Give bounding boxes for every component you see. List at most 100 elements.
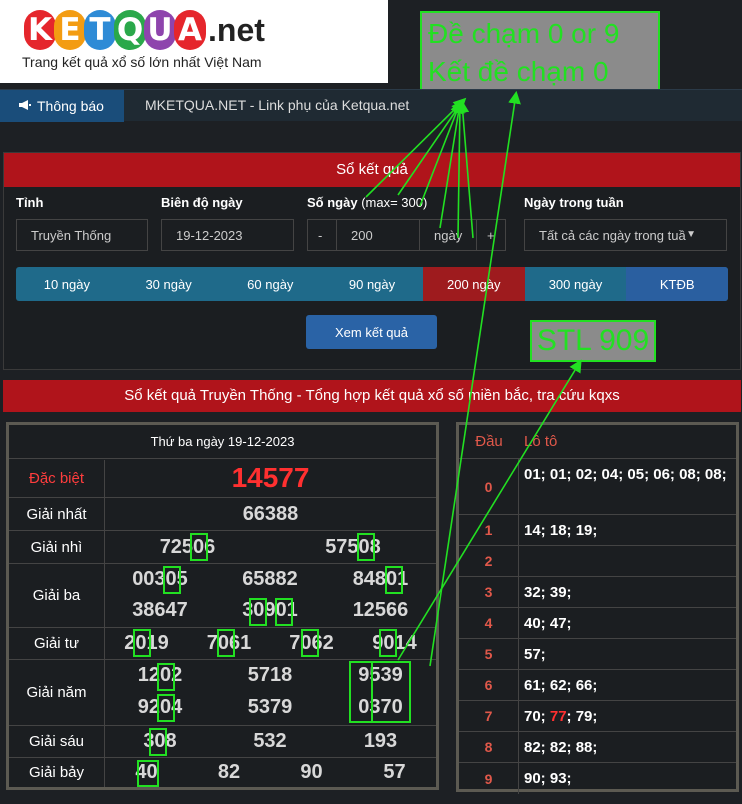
days-input[interactable]: 200 [336,219,420,251]
loto-digit: 0 [459,459,519,514]
highlight-mark [157,694,175,722]
results-date: Thứ ba ngày 19-12-2023 [9,425,436,459]
loto-values: 01; 01; 02; 04; 05; 06; 08; 08; [524,466,727,483]
date-input[interactable]: 19-12-2023 [161,219,294,251]
highlight-mark [275,598,293,626]
prize-third-value: 84801 [352,568,409,590]
list-item: 0 01; 01; 02; 04; 05; 06; 08; 08; [459,459,736,515]
loto-value-part: ; 79; [566,708,598,725]
logo-letter: U [144,10,176,50]
prize-third-value: 00305 [132,568,188,590]
loto-digit: 8 [459,732,519,762]
days-label: Số ngày (max= 300) [307,195,427,210]
prize-label-fourth: Giải tư [9,628,105,659]
range-tab-200[interactable]: 200 ngày [422,267,525,301]
logo-letter: Q [114,10,146,50]
list-item: 7 70; 77; 79; [459,701,736,732]
site-logo-area[interactable]: K E T Q U A .net Trang kết quả xổ số lớn… [0,0,388,83]
section-title: Sổ kết quả Truyền Thống - Tổng hợp kết q… [3,380,741,412]
list-item: 8 82; 82; 88; [459,732,736,763]
annotation-line-1: Đề chạm 0 or 9 [428,18,620,49]
notice-tab[interactable]: Thông báo [0,90,124,122]
site-logo[interactable]: K E T Q U A .net [24,6,265,54]
loto-table: Đầu Lô tô 0 01; 01; 02; 04; 05; 06; 08; … [456,422,739,794]
days-unit: ngày [419,219,477,251]
prize-special-value: 14577 [231,462,310,493]
prize-sixth-value: 193 [363,730,398,752]
loto-digit: 5 [459,639,519,669]
loto-head-col: Đầu [475,433,503,450]
table-row: Đặc biệt 14577 [9,460,436,498]
loto-digit: 4 [459,608,519,638]
range-tab-10[interactable]: 10 ngày [16,267,118,301]
weekday-select[interactable]: Tất cả các ngày trong tuầ ▼ [524,219,727,251]
loto-digit: 7 [459,701,519,731]
table-row: Giải bảy 40 82 90 57 [9,758,436,787]
province-select[interactable]: Truyền Thống [16,219,148,251]
notice-link[interactable]: MKETQUA.NET - Link phụ của Ketqua.net [145,97,409,113]
range-tabs: 10 ngày 30 ngày 60 ngày 90 ngày 200 ngày… [16,267,728,301]
logo-letter: K [24,10,56,50]
loto-digit: 1 [459,515,519,545]
chevron-down-icon: ▼ [686,229,696,240]
loto-digit: 2 [459,546,519,576]
prize-label-sixth: Giải sáu [9,726,105,757]
highlight-mark [157,663,175,691]
prize-label-fifth: Giải năm [9,660,105,725]
range-tab-90[interactable]: 90 ngày [321,267,423,301]
days-minus-button[interactable]: - [307,219,337,251]
highlight-mark [190,533,208,561]
notice-bar: Thông báo MKETQUA.NET - Link phụ của Ket… [0,89,742,122]
range-tab-30[interactable]: 30 ngày [118,267,220,301]
highlight-mark [149,728,167,756]
range-tab-ktdb[interactable]: KTĐB [626,267,728,301]
list-item: 6 61; 62; 66; [459,670,736,701]
annotation-line-2: Kết đề chạm 0 [428,56,609,87]
view-results-button[interactable]: Xem kết quả [306,315,437,349]
table-row: Giải sáu 308 532 193 [9,726,436,758]
list-item: 9 90; 93; [459,763,736,794]
logo-letter: T [84,10,116,50]
prize-label-first: Giải nhất [9,498,105,530]
loto-value-col: Lô tô [524,433,558,450]
prize-label-third: Giải ba [9,564,105,627]
prize-label-second: Giải nhì [9,531,105,563]
loto-digit: 6 [459,670,519,700]
search-panel-title: Sổ kết quả [4,153,740,187]
highlight-mark [163,566,181,594]
highlight-mark [217,629,235,657]
days-plus-button[interactable]: + [476,219,506,251]
table-row: Giải ba 00305 65882 84801 38647 30901 12… [9,564,436,628]
logo-letter: E [54,10,86,50]
loto-values: 82; 82; 88; [524,739,598,756]
loto-values: 90; 93; [524,770,572,787]
prize-fifth-value: 5718 [247,664,293,686]
prize-third-value: 30901 [242,599,298,621]
logo-suffix: .net [208,11,265,48]
highlight-mark [357,533,375,561]
prize-seventh-value: 82 [217,761,241,783]
notice-tab-label: Thông báo [37,98,104,114]
loto-value-highlight: 77 [549,708,567,725]
annotation-box: Đề chạm 0 or 9 Kết đề chạm 0 [420,11,660,97]
prize-first-value: 66388 [242,503,299,525]
site-tagline: Trang kết quả xổ số lớn nhất Việt Nam [22,54,262,70]
highlight-mark [301,629,319,657]
loto-value-part: 70; [524,708,550,725]
range-tab-60[interactable]: 60 ngày [219,267,321,301]
prize-second-value: 57508 [325,536,381,558]
highlight-mark [371,661,411,723]
highlight-mark [249,598,267,626]
loto-digit: 3 [459,577,519,607]
date-label: Biên độ ngày [161,195,243,210]
highlight-mark [379,629,397,657]
loto-values: 70; 77; 79; [519,701,736,731]
weekday-select-value: Tất cả các ngày trong tuầ [539,227,686,243]
days-label-text: Số ngày [307,195,358,210]
range-tab-300[interactable]: 300 ngày [525,267,627,301]
days-label-hint: (max= 300) [361,195,428,210]
highlight-mark [385,566,403,594]
list-item: 4 40; 47; [459,608,736,639]
prize-third-value: 38647 [132,599,188,621]
prize-seventh-value: 90 [300,761,323,783]
